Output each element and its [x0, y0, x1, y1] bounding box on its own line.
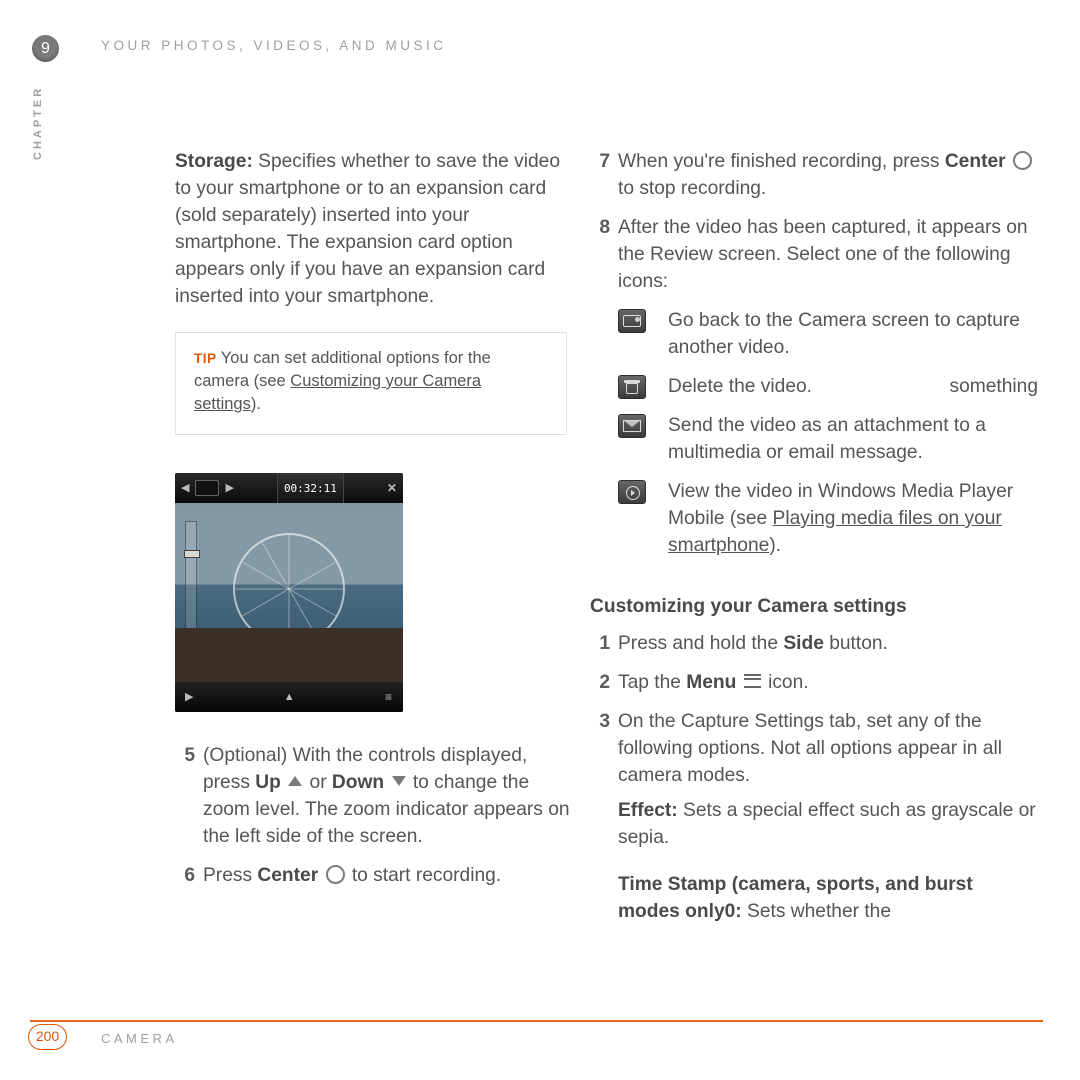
- custom-step-1: 1 Press and hold the Side button.: [590, 630, 1038, 657]
- screenshot-topbar: ◀ ▶ 00:32:11 ✕: [175, 473, 403, 503]
- page: 9 YOUR PHOTOS, VIDEOS, AND MUSIC CHAPTER…: [0, 0, 1080, 1080]
- up-triangle-icon: [288, 776, 302, 786]
- page-title: YOUR PHOTOS, VIDEOS, AND MUSIC: [101, 38, 447, 53]
- video-mode-icon: [195, 480, 219, 496]
- c2-text-a: Tap the: [618, 672, 686, 693]
- step-8: 8 After the video has been captured, it …: [590, 214, 1038, 295]
- center-circle-icon: [326, 865, 345, 884]
- step-6-text-a: Press: [203, 865, 257, 886]
- side-label: Side: [783, 633, 824, 654]
- camera-icon: [618, 309, 646, 333]
- custom-step-2: 2 Tap the Menu icon.: [590, 669, 1038, 696]
- timestamp-paragraph: Time Stamp (camera, sports, and burst mo…: [590, 871, 1038, 925]
- tip-box: TIP You can set additional options for t…: [175, 332, 567, 435]
- trash-icon: [618, 375, 646, 399]
- chapter-label-vertical: CHAPTER: [32, 86, 44, 160]
- recording-timer: 00:32:11: [277, 473, 344, 505]
- step-7-text-a: When you're finished recording, press: [618, 151, 945, 172]
- effect-body: Sets a special effect such as grayscale …: [618, 800, 1036, 848]
- review-view-text: View the video in Windows Media Player M…: [668, 478, 1038, 559]
- review-row-delete: Delete the video. something: [618, 373, 1038, 400]
- review-icon-list: Go back to the Camera screen to capture …: [590, 307, 1038, 559]
- step-8-text: After the video has been captured, it ap…: [618, 217, 1028, 292]
- storage-term: Storage:: [175, 151, 253, 172]
- up-label: Up: [255, 772, 281, 793]
- effect-term: Effect:: [618, 800, 678, 821]
- center-label: Center: [257, 865, 318, 886]
- timestamp-body: Sets whether the: [742, 901, 891, 922]
- customizing-subheading: Customizing your Camera settings: [590, 593, 1038, 620]
- step-7-text-b: to stop recording.: [618, 178, 766, 199]
- step-6: 6 Press Center to start recording.: [175, 862, 575, 889]
- screenshot-bottombar: ▶ ▲ ≡: [175, 682, 403, 712]
- up-arrow-icon: ▲: [284, 684, 295, 711]
- screenshot-viewfinder: [175, 503, 403, 682]
- center-label: Center: [945, 151, 1006, 172]
- review-row-send: Send the video as an attachment to a mul…: [618, 412, 1038, 466]
- step-number: 8: [570, 214, 610, 241]
- step-number: 2: [570, 669, 610, 696]
- c1-text-b: button.: [824, 633, 888, 654]
- c1-text-a: Press and hold the: [618, 633, 783, 654]
- envelope-icon: [618, 414, 646, 438]
- step-number: 7: [570, 148, 610, 175]
- down-triangle-icon: [392, 776, 406, 786]
- center-circle-icon: [1013, 151, 1032, 170]
- chapter-number-badge: 9: [32, 35, 59, 62]
- column-left: Storage: Specifies whether to save the v…: [175, 148, 575, 901]
- step-number: 5: [155, 742, 195, 769]
- review-row-camera: Go back to the Camera screen to capture …: [618, 307, 1038, 361]
- menu-label: Menu: [686, 672, 736, 693]
- step-number: 3: [570, 708, 610, 735]
- review-delete-text: Delete the video.: [668, 373, 927, 400]
- right-arrow-icon: ▶: [225, 475, 233, 502]
- c3-text: On the Capture Settings tab, set any of …: [618, 711, 1002, 786]
- footer-rule: [30, 1020, 1043, 1022]
- tip-text-suffix: ).: [251, 395, 261, 413]
- step-5-text-b: or: [304, 772, 332, 793]
- tip-label: TIP: [194, 351, 217, 366]
- page-number: 200: [28, 1024, 67, 1050]
- menu-bars-icon: ≡: [385, 684, 393, 711]
- c2-text-b: icon.: [763, 672, 809, 693]
- effect-paragraph: Effect: Sets a special effect such as gr…: [590, 797, 1038, 851]
- left-arrow-icon: ◀: [181, 475, 189, 502]
- ground-graphic: [175, 628, 403, 682]
- review-camera-text: Go back to the Camera screen to capture …: [668, 307, 1038, 361]
- step-7: 7 When you're finished recording, press …: [590, 148, 1038, 202]
- footer-section-label: CAMERA: [101, 1031, 178, 1046]
- step-5: 5 (Optional) With the controls displayed…: [175, 742, 575, 850]
- column-right: 7 When you're finished recording, press …: [590, 148, 1038, 945]
- step-6-text-b: to start recording.: [347, 865, 502, 886]
- storage-paragraph: Storage: Specifies whether to save the v…: [175, 148, 575, 310]
- play-icon: ▶: [185, 684, 193, 711]
- storage-body: Specifies whether to save the video to y…: [175, 151, 560, 307]
- step-number: 1: [570, 630, 610, 657]
- media-player-icon: [618, 480, 646, 504]
- step-number: 6: [155, 862, 195, 889]
- close-icon: ✕: [387, 475, 397, 502]
- review-row-view: View the video in Windows Media Player M…: [618, 478, 1038, 559]
- review-view-suffix: ).: [769, 535, 781, 556]
- down-label: Down: [332, 772, 384, 793]
- menu-icon: [744, 674, 761, 688]
- camera-screenshot: ◀ ▶ 00:32:11 ✕ ▶ ▲ ≡: [175, 473, 403, 712]
- review-send-text: Send the video as an attachment to a mul…: [668, 412, 1038, 466]
- custom-step-3: 3 On the Capture Settings tab, set any o…: [590, 708, 1038, 789]
